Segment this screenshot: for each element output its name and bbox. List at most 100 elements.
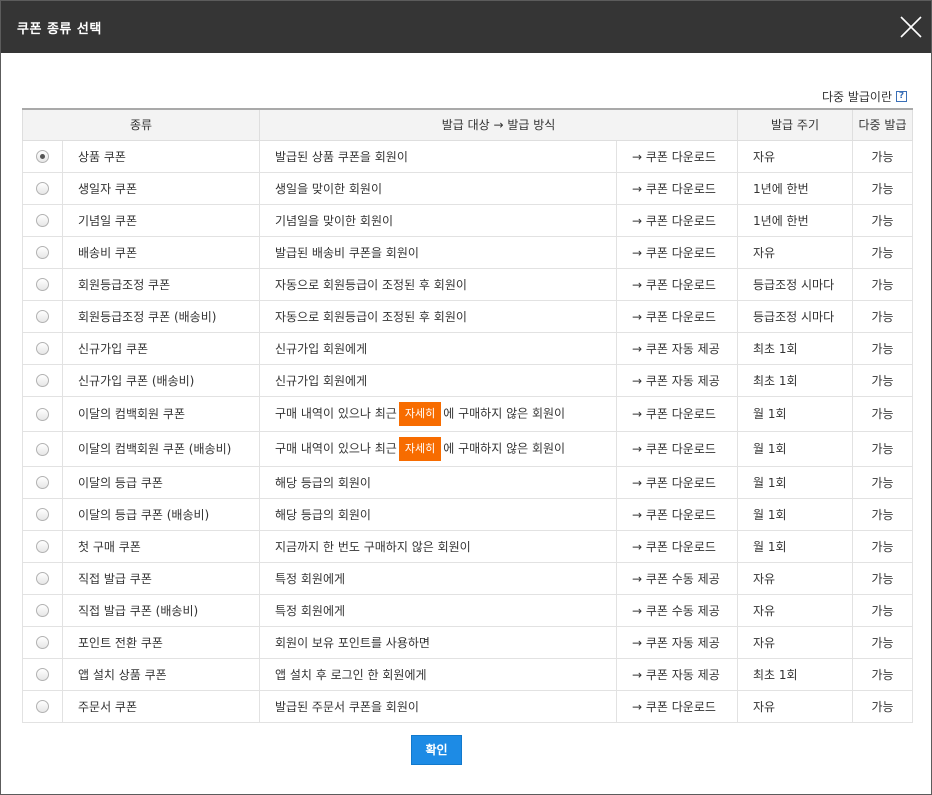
table-row[interactable]: 배송비 쿠폰 발급된 배송비 쿠폰을 회원이 → 쿠폰 다운로드 자유 가능 — [22, 235, 914, 269]
radio-cell[interactable] — [22, 625, 63, 659]
multiple-issue: 가능 — [852, 625, 914, 659]
table-row[interactable]: 회원등급조정 쿠폰 (배송비) 자동으로 회원등급이 조정된 후 회원이 → 쿠폰 … — [22, 299, 914, 333]
table-row[interactable]: 포인트 전환 쿠폰 회원이 보유 포인트를 사용하면 → 쿠폰 자동 제공 자유 가능 — [22, 625, 914, 659]
coupon-radio[interactable] — [36, 636, 49, 649]
radio-cell[interactable] — [22, 267, 63, 301]
target-text: 발급된 배송비 쿠폰을 회원이 — [275, 245, 419, 260]
coupon-radio[interactable] — [36, 278, 49, 291]
target-text-post: 에 구매하지 않은 회원이 — [443, 406, 566, 420]
table-row[interactable]: 직접 발급 쿠폰 특정 회원에게 → 쿠폰 수동 제공 자유 가능 — [22, 561, 914, 595]
coupon-radio[interactable] — [36, 342, 49, 355]
target-cell: 자동으로 회원등급이 조정된 후 회원이 — [259, 267, 617, 301]
coupon-radio[interactable] — [36, 182, 49, 195]
issue-cycle: 1년에 한번 — [737, 203, 854, 237]
table-row[interactable]: 직접 발급 쿠폰 (배송비) 특정 회원에게 → 쿠폰 수동 제공 자유 가능 — [22, 593, 914, 627]
target-text-pre: 구매 내역이 있으나 최근 — [275, 441, 397, 455]
coupon-radio[interactable] — [36, 442, 49, 456]
header-type: 종류 — [22, 108, 260, 141]
table-row[interactable]: 생일자 쿠폰 생일을 맞이한 회원이 → 쿠폰 다운로드 1년에 한번 가능 — [22, 171, 914, 205]
issue-method: → 쿠폰 수동 제공 — [615, 593, 739, 627]
issue-method: → 쿠폰 수동 제공 — [615, 561, 739, 595]
issue-cycle: 최초 1회 — [737, 657, 854, 691]
coupon-radio[interactable] — [36, 246, 49, 259]
radio-cell[interactable] — [22, 465, 63, 499]
table-row[interactable]: 신규가입 쿠폰 신규가입 회원에게 → 쿠폰 자동 제공 최초 1회 가능 — [22, 331, 914, 365]
coupon-name: 배송비 쿠폰 — [62, 235, 260, 269]
coupon-name: 기념일 쿠폰 — [62, 203, 260, 237]
table-row[interactable]: 이달의 컴백회원 쿠폰 구매 내역이 있으나 최근 자세히 에 구매하지 않은 회원이… — [22, 395, 914, 432]
question-icon[interactable]: ? — [896, 91, 907, 102]
coupon-radio[interactable] — [36, 214, 49, 227]
coupon-radio[interactable] — [36, 150, 49, 163]
coupon-radio[interactable] — [36, 668, 49, 681]
coupon-radio[interactable] — [36, 476, 49, 489]
coupon-radio[interactable] — [36, 700, 49, 713]
issue-cycle: 월 1회 — [737, 497, 854, 531]
radio-cell[interactable] — [22, 139, 63, 173]
target-cell: 지금까지 한 번도 구매하지 않은 회원이 — [259, 529, 617, 563]
coupon-radio[interactable] — [36, 310, 49, 323]
target-cell: 특정 회원에게 — [259, 593, 617, 627]
target-text: 해당 등급의 회원이 — [275, 475, 371, 490]
table-row[interactable]: 기념일 쿠폰 기념일을 맞이한 회원이 → 쿠폰 다운로드 1년에 한번 가능 — [22, 203, 914, 237]
multiple-issue: 가능 — [852, 235, 914, 269]
issue-method: → 쿠폰 다운로드 — [615, 395, 739, 432]
table-row[interactable]: 회원등급조정 쿠폰 자동으로 회원등급이 조정된 후 회원이 → 쿠폰 다운로드 등급… — [22, 267, 914, 301]
target-cell: 발급된 상품 쿠폰을 회원이 — [259, 139, 617, 173]
issue-cycle: 1년에 한번 — [737, 171, 854, 205]
issue-method: → 쿠폰 다운로드 — [615, 529, 739, 563]
target-text: 지금까지 한 번도 구매하지 않은 회원이 — [275, 539, 471, 554]
issue-cycle: 자유 — [737, 139, 854, 173]
table-row[interactable]: 주문서 쿠폰 발급된 주문서 쿠폰을 회원이 → 쿠폰 다운로드 자유 가능 — [22, 689, 914, 723]
radio-cell[interactable] — [22, 561, 63, 595]
detail-button[interactable]: 자세히 — [398, 401, 442, 426]
target-cell: 구매 내역이 있으나 최근 자세히 에 구매하지 않은 회원이 — [259, 430, 617, 467]
radio-cell[interactable] — [22, 171, 63, 205]
radio-cell[interactable] — [22, 203, 63, 237]
radio-cell[interactable] — [22, 529, 63, 563]
target-cell: 생일을 맞이한 회원이 — [259, 171, 617, 205]
multiple-issue: 가능 — [852, 430, 914, 467]
radio-cell[interactable] — [22, 497, 63, 531]
radio-cell[interactable] — [22, 331, 63, 365]
coupon-radio[interactable] — [36, 508, 49, 521]
multiple-issue: 가능 — [852, 139, 914, 173]
target-text: 신규가입 회원에게 — [275, 373, 368, 388]
table-row[interactable]: 이달의 등급 쿠폰 해당 등급의 회원이 → 쿠폰 다운로드 월 1회 가능 — [22, 465, 914, 499]
radio-cell[interactable] — [22, 299, 63, 333]
issue-method: → 쿠폰 자동 제공 — [615, 657, 739, 691]
radio-cell[interactable] — [22, 363, 63, 397]
confirm-button[interactable]: 확인 — [411, 735, 462, 765]
target-text: 해당 등급의 회원이 — [275, 507, 371, 522]
radio-cell[interactable] — [22, 689, 63, 723]
close-icon[interactable] — [899, 15, 923, 39]
header-cycle: 발급 주기 — [737, 108, 854, 141]
table-row[interactable]: 상품 쿠폰 발급된 상품 쿠폰을 회원이 → 쿠폰 다운로드 자유 가능 — [22, 139, 914, 173]
coupon-name: 회원등급조정 쿠폰 — [62, 267, 260, 301]
target-cell: 앱 설치 후 로그인 한 회원에게 — [259, 657, 617, 691]
multiple-issue: 가능 — [852, 299, 914, 333]
table-row[interactable]: 이달의 등급 쿠폰 (배송비) 해당 등급의 회원이 → 쿠폰 다운로드 월 1회 가능 — [22, 497, 914, 531]
dialog-titlebar: 쿠폰 종류 선택 — [1, 1, 931, 53]
coupon-radio[interactable] — [36, 374, 49, 387]
coupon-radio[interactable] — [36, 540, 49, 553]
table-row[interactable]: 이달의 컴백회원 쿠폰 (배송비) 구매 내역이 있으나 최근 자세히 에 구매하지 … — [22, 430, 914, 467]
detail-button[interactable]: 자세히 — [398, 436, 442, 461]
issue-method: → 쿠폰 다운로드 — [615, 465, 739, 499]
radio-cell[interactable] — [22, 430, 63, 467]
coupon-name: 포인트 전환 쿠폰 — [62, 625, 260, 659]
radio-cell[interactable] — [22, 395, 63, 432]
table-row[interactable]: 앱 설치 상품 쿠폰 앱 설치 후 로그인 한 회원에게 → 쿠폰 자동 제공 최초 … — [22, 657, 914, 691]
radio-cell[interactable] — [22, 235, 63, 269]
coupon-radio[interactable] — [36, 407, 49, 421]
coupon-radio[interactable] — [36, 572, 49, 585]
help-link-label[interactable]: 다중 발급이란 — [822, 88, 892, 105]
issue-method: → 쿠폰 다운로드 — [615, 267, 739, 301]
table-row[interactable]: 신규가입 쿠폰 (배송비) 신규가입 회원에게 → 쿠폰 자동 제공 최초 1회 가능 — [22, 363, 914, 397]
radio-cell[interactable] — [22, 657, 63, 691]
radio-cell[interactable] — [22, 593, 63, 627]
coupon-radio[interactable] — [36, 604, 49, 617]
multiple-issue: 가능 — [852, 395, 914, 432]
multiple-issue-help-link[interactable]: 다중 발급이란 ? — [822, 88, 907, 105]
table-row[interactable]: 첫 구매 쿠폰 지금까지 한 번도 구매하지 않은 회원이 → 쿠폰 다운로드 월 1… — [22, 529, 914, 563]
